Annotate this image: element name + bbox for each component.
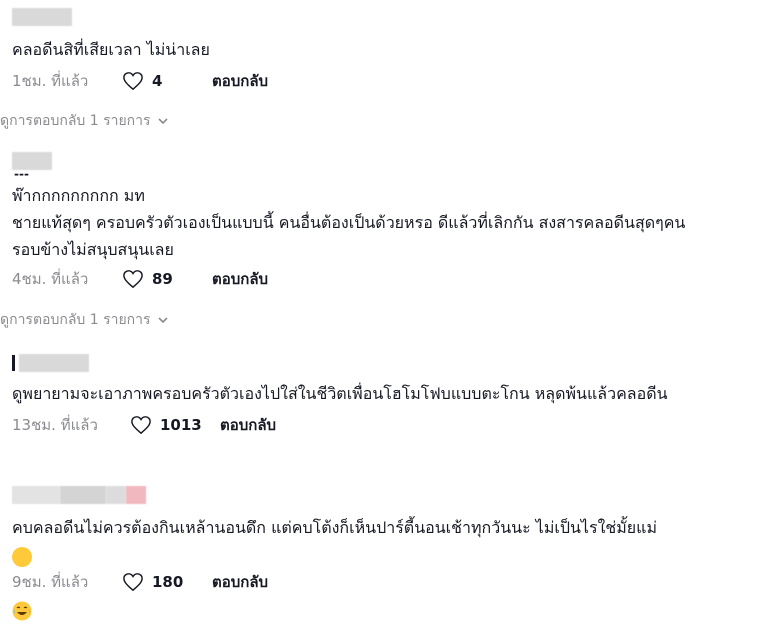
comment-item: คบคลอดีนไม่ควรต้องกินเหล้านอนดึก แต่คบโต… (12, 486, 766, 620)
like-count: 4 (152, 72, 163, 90)
redacted-block (12, 152, 52, 170)
username-redacted (12, 354, 766, 372)
reply-button[interactable]: ตอบกลับ (212, 267, 268, 291)
redacted-block (12, 8, 72, 26)
redacted-block (106, 486, 126, 504)
comment-text: ชายแท้สุดๆ ครอบครัวตัวเองเป็นแบบนี้ คนอื… (12, 213, 686, 259)
like-button[interactable]: 4 (122, 71, 212, 91)
comment-meta: 4ชม. ที่แล้ว 89 ตอบกลับ (12, 267, 766, 291)
like-button[interactable]: 89 (122, 269, 212, 289)
redacted-block (19, 354, 89, 372)
comment-text: ดูพยายามจะเอาภาพครอบครัวตัวเองไปใส่ในชีว… (12, 384, 668, 403)
heart-outline-icon (131, 416, 151, 435)
like-button[interactable]: 1013 (130, 415, 220, 435)
comment-item: --- พ๊ากกกกกกกกก มท ชายแท้สุดๆ ครอบครัวต… (12, 152, 766, 291)
redacted-block (12, 486, 60, 504)
username-redacted (12, 486, 766, 504)
view-replies-button[interactable]: ดูการตอบกลับ 1 รายการ (0, 110, 169, 132)
heart-outline-icon (123, 270, 143, 289)
username-redacted (12, 8, 766, 26)
comment-text: คบคลอดีนไม่ควรต้องกินเหล้านอนดึก แต่คบโต… (12, 514, 762, 620)
comment-item: คลอดีนสิที่เสียเวลา ไม่น่าเลย 1ชม. ที่แล… (12, 8, 766, 93)
redacted-block (12, 355, 15, 371)
reply-button[interactable]: ตอบกลับ (220, 413, 276, 437)
comment-item: ดูพยายามจะเอาภาพครอบครัวตัวเองไปใส่ในชีว… (12, 354, 766, 437)
comment-time: 4ชม. ที่แล้ว (12, 270, 89, 288)
laughing-tears-emoji-icon (12, 546, 32, 620)
username-redacted (12, 152, 766, 170)
comment-text: คลอดีนสิที่เสียเวลา ไม่น่าเลย (12, 40, 210, 59)
comment-text-body: คบคลอดีนไม่ควรต้องกินเหล้านอนดึก แต่คบโต… (12, 518, 658, 537)
username-fragment: --- (14, 167, 29, 181)
comment-meta: 1ชม. ที่แล้ว 4 ตอบกลับ (12, 69, 766, 93)
chevron-down-icon (157, 118, 168, 125)
comment-author-name: พ๊ากกกกกกกกก มท (12, 186, 145, 205)
view-replies-label: ดูการตอบกลับ 1 รายการ (0, 113, 151, 129)
reply-button[interactable]: ตอบกลับ (212, 69, 268, 93)
redacted-block (60, 486, 106, 504)
comment-time: 1ชม. ที่แล้ว (12, 72, 89, 90)
like-count: 1013 (160, 416, 202, 434)
comment-meta: 9ชม. ที่แล้ว 180 ตอบกลับ (12, 570, 766, 594)
redacted-block (126, 486, 146, 504)
chevron-down-icon (157, 317, 168, 324)
like-button[interactable]: 180 (122, 572, 212, 592)
like-count: 180 (152, 573, 184, 591)
comment-time: 9ชม. ที่แล้ว (12, 573, 89, 591)
heart-outline-icon (123, 72, 143, 91)
comment-meta: 13ชม. ที่แล้ว 1013 ตอบกลับ (12, 413, 766, 437)
like-count: 89 (152, 270, 173, 288)
reply-button[interactable]: ตอบกลับ (212, 570, 268, 594)
view-replies-button[interactable]: ดูการตอบกลับ 1 รายการ (0, 309, 169, 331)
comment-time: 13ชม. ที่แล้ว (12, 416, 98, 434)
view-replies-label: ดูการตอบกลับ 1 รายการ (0, 312, 151, 328)
heart-outline-icon (123, 573, 143, 592)
